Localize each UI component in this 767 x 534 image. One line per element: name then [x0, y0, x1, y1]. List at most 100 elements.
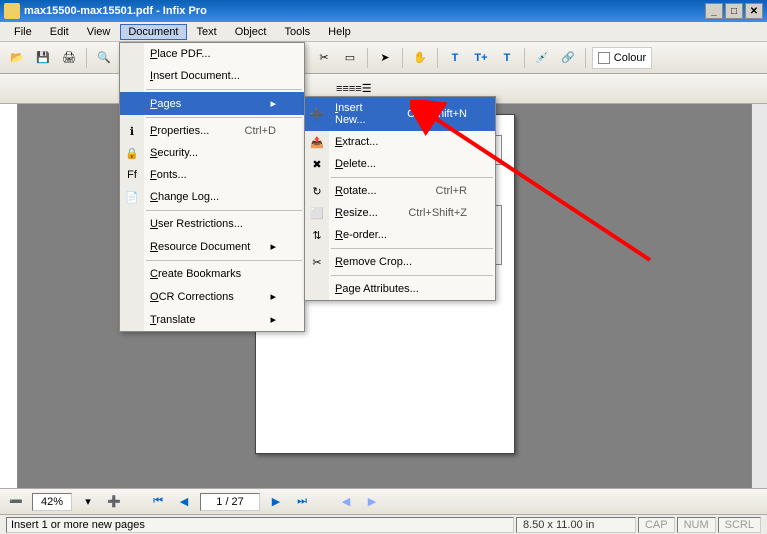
- open-icon[interactable]: 📂: [6, 47, 28, 69]
- pages-menu-icon: ⬜: [309, 205, 325, 221]
- document-menu-icon: [124, 312, 140, 328]
- vertical-scrollbar[interactable]: [751, 104, 767, 488]
- navigation-toolbar: ➖ 42% ▾ ➕ ⏮ ◀ 1 / 27 ▶ ⏭ ◀ ▶: [0, 488, 767, 514]
- document-menu-item[interactable]: OCR Corrections ▸: [120, 285, 304, 308]
- text-t-icon[interactable]: T: [444, 47, 466, 69]
- document-menu-label: Change Log...: [150, 191, 276, 203]
- main-toolbar: 📂 💾 🖨 🔍 ✂ ▭ ➤ ✋ T T+ T 💉 🔗 Colour: [0, 42, 767, 74]
- document-menu-item[interactable]: Translate▸: [120, 308, 304, 331]
- document-menu-icon: [124, 96, 140, 112]
- page-indicator[interactable]: 1 / 27: [200, 493, 260, 511]
- document-menu-label: Security...: [150, 147, 276, 159]
- menu-edit[interactable]: Edit: [42, 24, 77, 40]
- document-menu-item[interactable]: Create Bookmarks: [120, 263, 304, 285]
- pages-menu-label: Rotate...: [335, 185, 416, 197]
- document-menu-label: Properties...: [150, 125, 225, 137]
- menu-tools[interactable]: Tools: [276, 24, 318, 40]
- document-menu-item[interactable]: 📄 Change Log...: [120, 186, 304, 208]
- list-icon[interactable]: ☰: [362, 82, 372, 95]
- text-plus-icon[interactable]: T+: [470, 47, 492, 69]
- document-menu-label: Translate: [150, 314, 250, 326]
- pages-menu-item[interactable]: ➕ Insert New... Ctrl+Shift+N: [305, 97, 495, 131]
- menu-object[interactable]: Object: [227, 24, 275, 40]
- document-menu-label: Pages: [150, 98, 250, 110]
- save-icon[interactable]: 💾: [32, 47, 54, 69]
- document-menu-item[interactable]: Pages▸: [120, 92, 304, 115]
- pages-menu-item[interactable]: ✖Delete...: [305, 153, 495, 175]
- prev-page-icon[interactable]: ◀: [174, 492, 194, 512]
- menu-document[interactable]: Document: [120, 24, 186, 40]
- first-page-icon[interactable]: ⏮: [148, 492, 168, 512]
- document-menu-item[interactable]: Place PDF...: [120, 43, 304, 65]
- pages-menu-item[interactable]: Page Attributes...: [305, 278, 495, 300]
- document-menu-item[interactable]: Insert Document...: [120, 65, 304, 87]
- colour-dropdown[interactable]: Colour: [592, 47, 652, 69]
- link-icon[interactable]: 🔗: [557, 47, 579, 69]
- pages-menu-shortcut: Ctrl+Shift+N: [407, 108, 467, 120]
- document-menu-shortcut: Ctrl+D: [245, 125, 276, 137]
- zoom-level[interactable]: 42%: [32, 493, 72, 511]
- search-icon[interactable]: 🔍: [93, 47, 115, 69]
- pages-menu-item[interactable]: ↻Rotate...Ctrl+R: [305, 180, 495, 202]
- pages-menu-icon: [309, 281, 325, 297]
- next-page-icon[interactable]: ▶: [266, 492, 286, 512]
- vertical-ruler: [0, 104, 18, 488]
- document-menu-item[interactable]: 🔒 Security...: [120, 142, 304, 164]
- eyedropper-icon[interactable]: 💉: [531, 47, 553, 69]
- document-menu-label: OCR Corrections: [150, 291, 250, 303]
- pointer-icon[interactable]: ➤: [374, 47, 396, 69]
- document-menu-item[interactable]: User Restrictions...: [120, 213, 304, 235]
- page-size-indicator: 8.50 x 11.00 in: [516, 517, 636, 533]
- pages-menu-item[interactable]: 📤 Extract...: [305, 131, 495, 153]
- maximize-button[interactable]: □: [725, 3, 743, 19]
- print-icon[interactable]: 🖨: [58, 47, 80, 69]
- document-menu-item[interactable]: ℹ Properties... Ctrl+D: [120, 120, 304, 142]
- submenu-arrow-icon: ▸: [270, 240, 276, 253]
- window-title: max15500-max15501.pdf - Infix Pro: [24, 5, 703, 17]
- pages-menu-label: Extract...: [335, 136, 467, 148]
- pages-menu-label: Resize...: [335, 207, 388, 219]
- document-menu-icon: 🔒: [124, 145, 140, 161]
- menu-bar: File Edit View Document Text Object Tool…: [0, 22, 767, 42]
- history-fwd-icon[interactable]: ▶: [362, 492, 382, 512]
- close-button[interactable]: ✕: [745, 3, 763, 19]
- document-menu-icon: ℹ: [124, 123, 140, 139]
- zoom-in-icon[interactable]: ➕: [104, 492, 124, 512]
- rect-icon[interactable]: ▭: [339, 47, 361, 69]
- last-page-icon[interactable]: ⏭: [292, 492, 312, 512]
- hand-icon[interactable]: ✋: [409, 47, 431, 69]
- crop-icon[interactable]: ✂: [313, 47, 335, 69]
- pages-menu-icon: 📤: [309, 134, 325, 150]
- document-menu-item[interactable]: Resource Document ▸: [120, 235, 304, 258]
- pages-menu-item[interactable]: ✂Remove Crop...: [305, 251, 495, 273]
- document-menu-icon: [124, 239, 140, 255]
- document-menu-item[interactable]: FfFonts...: [120, 164, 304, 186]
- document-menu-icon: [124, 46, 140, 62]
- document-menu-icon: [124, 289, 140, 305]
- document-menu-popup: Place PDF...Insert Document...Pages▸ℹPro…: [119, 42, 305, 332]
- minimize-button[interactable]: _: [705, 3, 723, 19]
- pages-menu-label: Re-order...: [335, 229, 467, 241]
- menu-file[interactable]: File: [6, 24, 40, 40]
- submenu-arrow-icon: ▸: [270, 290, 276, 303]
- menu-view[interactable]: View: [79, 24, 119, 40]
- menu-help[interactable]: Help: [320, 24, 359, 40]
- history-back-icon[interactable]: ◀: [336, 492, 356, 512]
- zoom-dropdown-icon[interactable]: ▾: [78, 492, 98, 512]
- zoom-out-icon[interactable]: ➖: [6, 492, 26, 512]
- document-menu-label: Place PDF...: [150, 48, 276, 60]
- document-menu-label: User Restrictions...: [150, 218, 276, 230]
- pages-submenu-popup: ➕ Insert New... Ctrl+Shift+N 📤 Extract... ✖De…: [304, 96, 496, 301]
- text-tool-icon[interactable]: T: [496, 47, 518, 69]
- pages-menu-item[interactable]: ⬜Resize...Ctrl+Shift+Z: [305, 202, 495, 224]
- pages-menu-label: Insert New...: [335, 102, 387, 126]
- menu-text[interactable]: Text: [189, 24, 225, 40]
- pages-menu-shortcut: Ctrl+R: [436, 185, 467, 197]
- app-icon: [4, 3, 20, 19]
- document-menu-label: Insert Document...: [150, 70, 276, 82]
- pages-menu-item[interactable]: ⇅Re-order...: [305, 224, 495, 246]
- pages-menu-icon: ➕: [309, 106, 325, 122]
- document-menu-icon: 📄: [124, 189, 140, 205]
- document-menu-icon: [124, 266, 140, 282]
- document-menu-label: Resource Document: [150, 241, 250, 253]
